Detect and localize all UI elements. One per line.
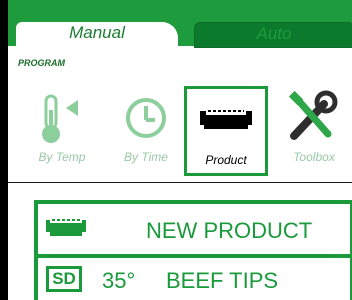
pan-icon xyxy=(200,107,252,129)
tab-bar: Manual Auto xyxy=(8,0,352,48)
program-label: By Temp xyxy=(38,150,86,164)
product-list: NEW PRODUCT SD 35° BEEF TIPS xyxy=(34,200,352,300)
program-product[interactable]: Product xyxy=(184,86,268,176)
screen: Manual Auto PROGRAM By Temp By Time Prod… xyxy=(8,0,352,300)
program-by-temp[interactable]: By Temp xyxy=(26,88,98,172)
product-name: BEEF TIPS xyxy=(166,268,279,293)
program-label: By Time xyxy=(124,150,168,164)
divider xyxy=(8,182,352,183)
clock-icon xyxy=(126,98,166,138)
program-by-time[interactable]: By Time xyxy=(110,88,182,172)
program-label: Toolbox xyxy=(293,150,335,164)
product-name: NEW PRODUCT xyxy=(146,218,313,243)
pan-icon xyxy=(46,216,86,236)
list-item-beef-tips[interactable]: SD 35° BEEF TIPS xyxy=(38,258,350,300)
section-label: PROGRAM xyxy=(18,58,65,68)
program-toolbox[interactable]: Toolbox xyxy=(278,88,350,172)
tools-icon xyxy=(288,90,338,140)
sd-badge: SD xyxy=(46,266,82,292)
program-label: Product xyxy=(205,153,247,167)
product-temp: 35° xyxy=(102,268,136,293)
tab-auto[interactable]: Auto xyxy=(194,22,352,48)
thermometer-icon xyxy=(42,94,78,143)
tab-manual[interactable]: Manual xyxy=(16,22,178,46)
list-item-new-product[interactable]: NEW PRODUCT xyxy=(38,204,350,254)
